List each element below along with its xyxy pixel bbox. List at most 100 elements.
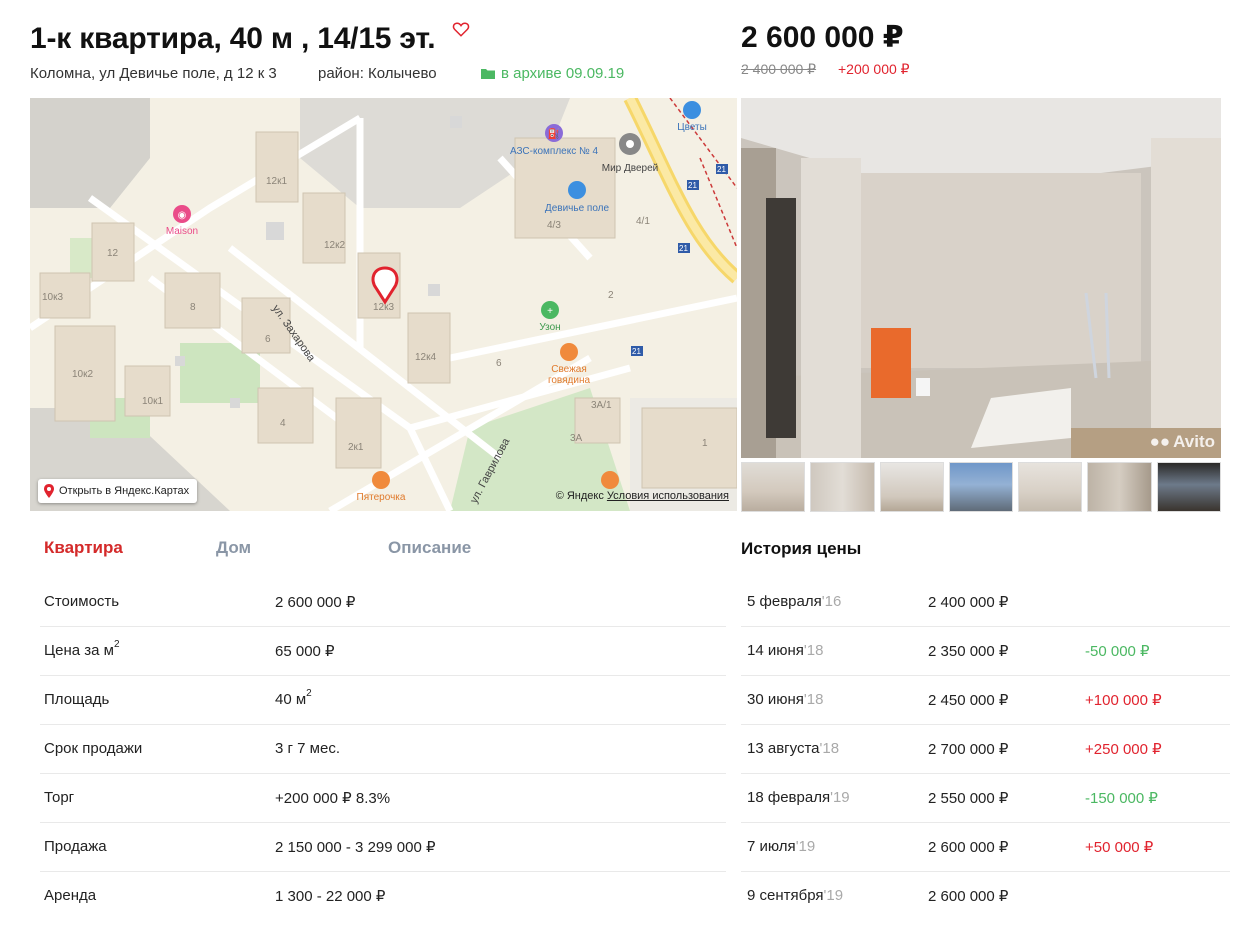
- history-date: 5 февраля'16: [747, 593, 841, 610]
- map-pin-icon: [44, 484, 54, 498]
- prop-value: 2 150 000 - 3 299 000 ₽: [275, 839, 436, 856]
- history-year: '19: [830, 789, 850, 806]
- history-price: 2 700 000 ₽: [928, 741, 1009, 758]
- prop-value-sup: 2: [306, 688, 312, 699]
- prop-label: Продажа: [44, 838, 107, 855]
- thumbnail[interactable]: [1087, 462, 1152, 512]
- map-label-1: 1: [702, 438, 708, 449]
- map-label-12: 12: [107, 248, 119, 259]
- avito-icon: ●●: [1149, 432, 1171, 451]
- prop-label: Площадь: [44, 691, 110, 708]
- history-year: '18: [803, 642, 824, 659]
- avito-label: Avito: [1173, 432, 1215, 451]
- thumbnail[interactable]: [1018, 462, 1083, 512]
- prop-label: Цена за м2: [44, 639, 120, 659]
- history-date: 7 июля'19: [747, 838, 815, 855]
- archive-status: в архиве 09.09.19: [481, 65, 624, 82]
- apartment-photo: [741, 98, 1221, 458]
- tab-apartment[interactable]: Квартира: [44, 538, 123, 558]
- history-date-text: 7 июля: [747, 838, 796, 855]
- thumbnail[interactable]: [810, 462, 875, 512]
- table-row: 5 февраля'16 2 400 000 ₽: [741, 578, 1230, 627]
- history-price: 2 600 000 ₽: [928, 888, 1009, 905]
- history-price: 2 350 000 ₽: [928, 643, 1009, 660]
- table-row: Площадь 40 м2: [40, 676, 726, 725]
- district: район: Колычево: [318, 65, 437, 82]
- address: Коломна, ул Девичье поле, д 12 к 3: [30, 65, 277, 82]
- history-date: 18 февраля'19: [747, 789, 850, 806]
- terms-link[interactable]: Условия использования: [607, 490, 729, 502]
- map-label-8: 8: [190, 302, 196, 313]
- poi-field: Девичье поле: [545, 203, 610, 214]
- map-label-12k1: 12к1: [266, 176, 287, 187]
- prop-label-sup: 2: [113, 639, 120, 650]
- thumbnail[interactable]: [948, 462, 1014, 512]
- prop-value: 40 м2: [275, 688, 312, 708]
- history-year: '19: [795, 838, 816, 855]
- history-date: 14 июня'18: [747, 642, 823, 659]
- table-row: Продажа 2 150 000 - 3 299 000 ₽: [40, 823, 726, 872]
- table-row: 18 февраля'19 2 550 000 ₽ -150 000 ₽: [741, 774, 1230, 823]
- history-date-text: 30 июня: [747, 691, 804, 708]
- main-photo[interactable]: ●● Avito: [741, 98, 1221, 458]
- table-row: 14 июня'18 2 350 000 ₽ -50 000 ₽: [741, 627, 1230, 676]
- map-label-12k4: 12к4: [415, 352, 436, 363]
- thumbnail[interactable]: [879, 462, 944, 512]
- route-badge-3: 21: [679, 244, 688, 253]
- map-label-6b: 6: [496, 358, 502, 369]
- prop-value: 1 300 - 22 000 ₽: [275, 888, 386, 905]
- properties-table: Стоимость 2 600 000 ₽ Цена за м2 65 000 …: [40, 578, 726, 921]
- history-date-text: 13 августа: [747, 740, 820, 757]
- route-badge-4: 21: [632, 347, 641, 356]
- history-year: '18: [803, 691, 824, 708]
- map-canvas[interactable]: 12к1 12к2 12 10к3 8 6 10к2 10к1 4 2к1 12…: [30, 98, 737, 511]
- thumbnail[interactable]: [741, 462, 806, 512]
- poi-uzon: Узон: [539, 322, 560, 333]
- table-row: 7 июля'19 2 600 000 ₽ +50 000 ₽: [741, 823, 1230, 872]
- route-badge-2: 21: [717, 165, 726, 174]
- history-year: '18: [819, 740, 840, 757]
- prop-label: Аренда: [44, 887, 97, 904]
- thumbnail[interactable]: [1156, 462, 1221, 512]
- prop-label: Торг: [44, 789, 75, 806]
- poi-flowers: Цветы: [677, 122, 707, 133]
- price-history-table: 5 февраля'16 2 400 000 ₽ 14 июня'18 2 35…: [741, 578, 1230, 921]
- archive-label: в архиве 09.09.19: [501, 65, 625, 82]
- history-delta: +100 000 ₽: [1085, 692, 1162, 709]
- map-label-4: 4: [280, 418, 286, 429]
- history-date-text: 5 февраля: [747, 593, 822, 610]
- route-badge-1: 21: [688, 181, 697, 190]
- table-row: Торг +200 000 ₽ 8.3%: [40, 774, 726, 823]
- price-change: +200 000 ₽: [838, 61, 910, 77]
- table-row: Цена за м2 65 000 ₽: [40, 627, 726, 676]
- prop-value: +200 000 ₽ 8.3%: [275, 790, 391, 807]
- history-year: '19: [823, 887, 844, 904]
- history-delta: -150 000 ₽: [1085, 790, 1158, 807]
- cosmetics-icon: ◉: [178, 210, 187, 221]
- map-label-10k2: 10к2: [72, 369, 93, 380]
- poi-maison: Maison: [166, 226, 198, 237]
- price-history-title: История цены: [741, 539, 862, 558]
- poi-meat-1: Свежая: [551, 364, 587, 375]
- map-label-4-3: 4/3: [547, 220, 561, 231]
- history-delta: -50 000 ₽: [1085, 643, 1150, 660]
- listing-title: 1-к квартира, 40 м , 14/15 эт.: [30, 22, 436, 55]
- old-price: 2 400 000 ₽: [741, 61, 817, 77]
- history-date-text: 18 февраля: [747, 789, 831, 806]
- history-delta: +250 000 ₽: [1085, 741, 1162, 758]
- history-price: 2 600 000 ₽: [928, 839, 1009, 856]
- history-date-text: 9 сентября: [747, 887, 824, 904]
- open-yandex-maps-button[interactable]: Открыть в Яндекс.Картах: [38, 479, 198, 503]
- history-date: 9 сентября'19: [747, 887, 843, 904]
- prop-value: 2 600 000 ₽: [275, 594, 356, 611]
- history-year: '16: [821, 593, 842, 610]
- pharmacy-icon: +: [547, 306, 553, 317]
- history-price: 2 550 000 ₽: [928, 790, 1009, 807]
- history-date: 13 августа'18: [747, 740, 839, 757]
- tab-description[interactable]: Описание: [388, 538, 471, 558]
- map[interactable]: 12к1 12к2 12 10к3 8 6 10к2 10к1 4 2к1 12…: [30, 98, 737, 511]
- table-row: 30 июня'18 2 450 000 ₽ +100 000 ₽: [741, 676, 1230, 725]
- folder-icon: [481, 68, 495, 79]
- heart-icon[interactable]: [452, 20, 470, 38]
- tab-house[interactable]: Дом: [216, 538, 251, 558]
